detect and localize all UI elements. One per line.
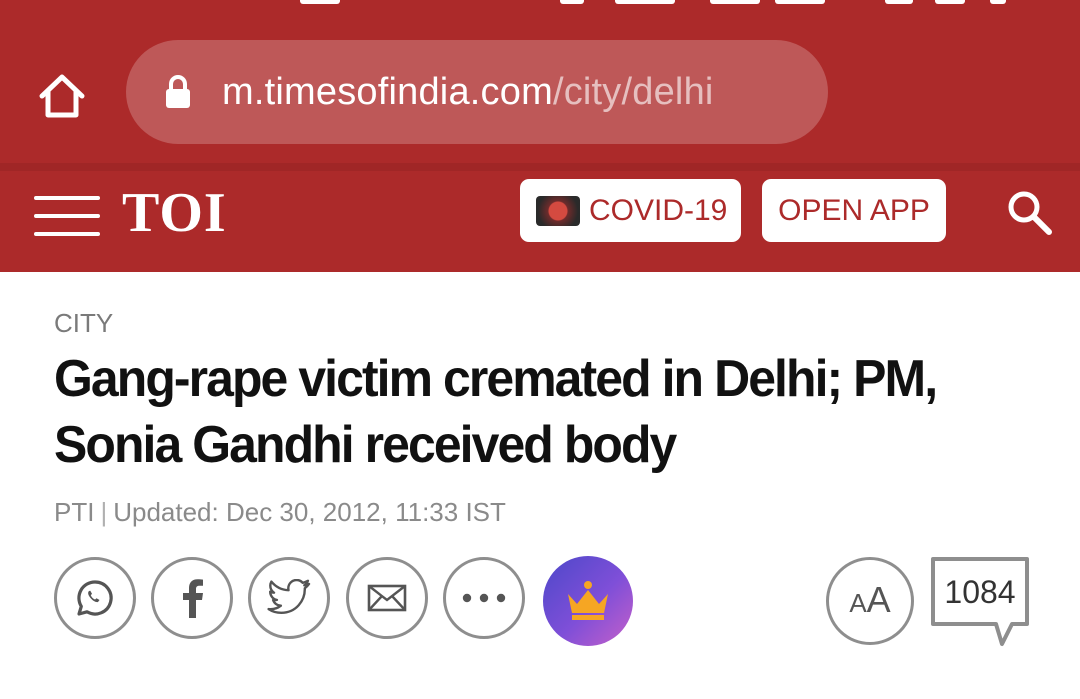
virus-icon	[536, 196, 580, 226]
comment-count: 1084	[944, 574, 1016, 610]
more-icon	[462, 593, 506, 603]
address-bar[interactable]: m.timesofindia.com/city/delhi	[126, 40, 828, 144]
facebook-icon	[183, 579, 203, 618]
covid-19-button[interactable]: COVID-19	[520, 179, 741, 242]
hamburger-menu-icon[interactable]	[34, 193, 100, 239]
url-text: m.timesofindia.com/city/delhi	[222, 66, 714, 118]
byline-updated: Updated: Dec 30, 2012, 11:33 IST	[113, 497, 506, 527]
twitter-share-button[interactable]	[248, 557, 330, 639]
lock-icon	[166, 75, 190, 108]
twitter-icon	[267, 579, 311, 614]
toolbar-divider	[0, 163, 1080, 171]
more-share-button[interactable]	[443, 557, 525, 639]
whatsapp-share-button[interactable]	[54, 557, 136, 639]
site-header: TOI COVID-19 OPEN APP	[0, 171, 1080, 272]
browser-toolbar: m.timesofindia.com/city/delhi	[0, 0, 1080, 163]
url-path: /city/delhi	[552, 71, 714, 113]
open-app-button[interactable]: OPEN APP	[762, 179, 946, 242]
home-icon	[39, 74, 85, 118]
font-size-label: AA	[849, 579, 891, 620]
article-headline: Gang-rape victim cremated in Delhi; PM, …	[54, 350, 938, 474]
byline-source: PTI	[54, 497, 95, 527]
byline-separator: |	[100, 497, 108, 527]
facebook-share-button[interactable]	[151, 557, 233, 639]
premium-button[interactable]	[543, 556, 633, 646]
covid-19-label: COVID-19	[589, 194, 728, 227]
url-host: m.timesofindia.com	[222, 71, 553, 113]
toi-logo[interactable]: TOI	[122, 183, 227, 243]
search-icon[interactable]	[1004, 187, 1056, 239]
section-label[interactable]: CITY	[54, 306, 113, 340]
open-app-label: OPEN APP	[778, 194, 930, 227]
home-button[interactable]	[36, 70, 88, 122]
email-share-button[interactable]	[346, 557, 428, 639]
comments-button[interactable]: 1084	[930, 556, 1030, 652]
crown-icon	[568, 581, 608, 620]
status-bar	[0, 0, 1080, 6]
byline: PTI | Updated: Dec 30, 2012, 11:33 IST	[54, 495, 506, 529]
font-size-button[interactable]: AA	[826, 557, 914, 645]
whatsapp-icon	[77, 580, 113, 616]
mail-icon	[367, 584, 407, 612]
